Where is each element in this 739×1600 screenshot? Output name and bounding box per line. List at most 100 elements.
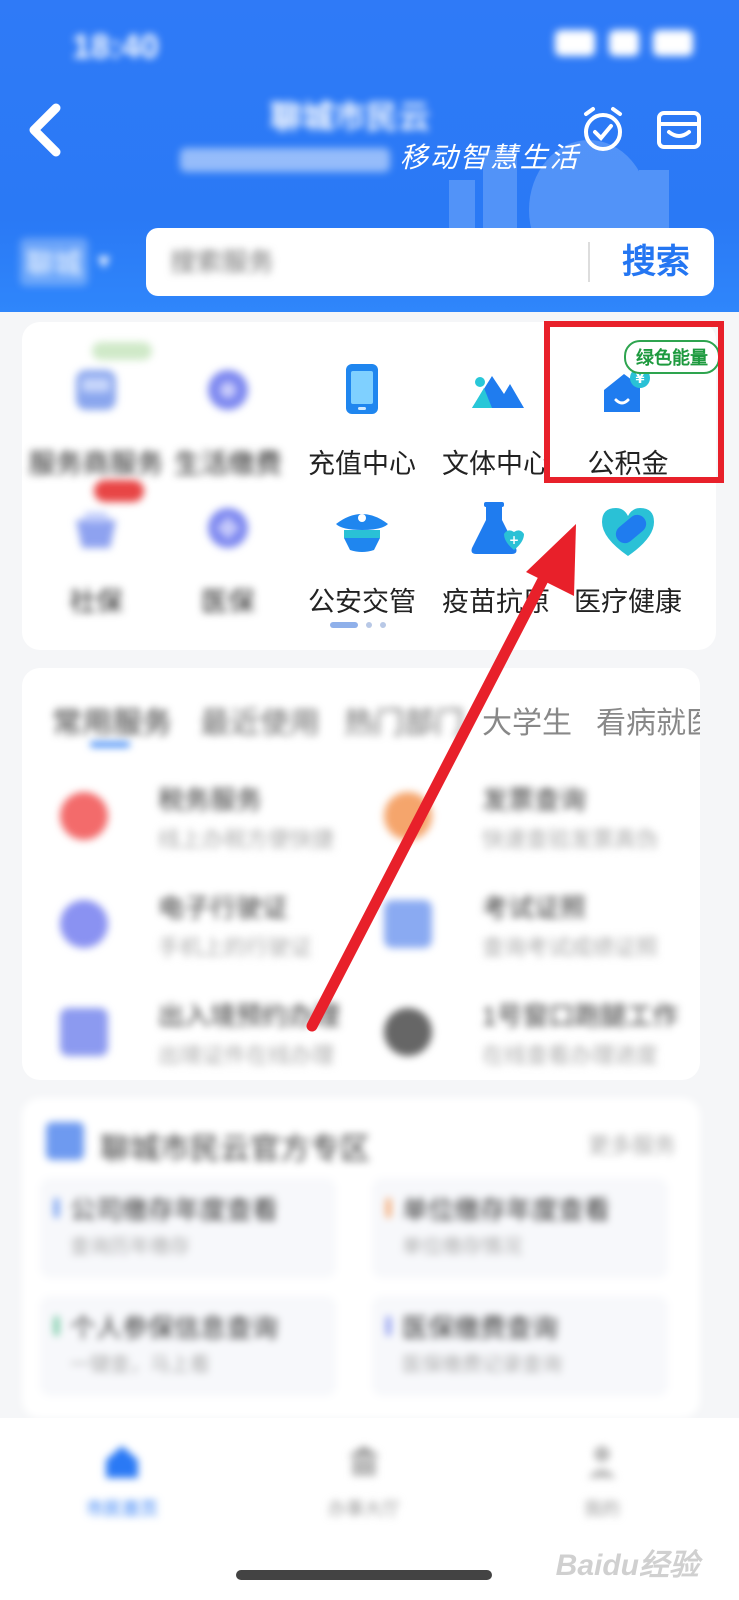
police-cap-icon: [330, 498, 394, 562]
home-indicator[interactable]: [236, 1570, 492, 1580]
page-dot: [366, 622, 372, 628]
medical-insurance-icon: [196, 498, 260, 562]
service-badge: [92, 342, 152, 360]
service-item-police-traffic[interactable]: 公安交管: [294, 498, 430, 619]
quick-service-icon: [60, 1008, 108, 1056]
quick-service-item[interactable]: 电子行驶证 手机上的行驶证: [40, 880, 350, 980]
quick-service-icon: [60, 900, 108, 948]
tab-common[interactable]: 常用服务: [52, 698, 172, 742]
service-item-recharge[interactable]: 充值中心: [294, 360, 430, 481]
quick-service-title: 1号窗口跑腿工作: [482, 1001, 679, 1031]
slogan-prefix: [180, 147, 390, 172]
zone-more-link[interactable]: 更多服务: [588, 1128, 676, 1160]
zone-item[interactable]: 个人参保信息查询 一键查，马上看: [40, 1296, 336, 1396]
wifi-icon: [609, 30, 639, 56]
service-label: 充值中心: [308, 449, 416, 479]
zone-item-subtitle: 一键查，马上看: [70, 1354, 210, 1376]
quick-service-title: 出入境预约办理: [158, 1001, 341, 1031]
zone-icon: [46, 1122, 84, 1160]
official-zone-card: 聊城市民云官方专区 更多服务 公司缴存年度查看 查询历年缴存 单位缴存年度查看 …: [22, 1098, 700, 1418]
battery-icon: [653, 30, 693, 56]
zone-title: 聊城市民云官方专区: [100, 1133, 370, 1166]
status-time: 18:40: [72, 28, 159, 66]
nav-home[interactable]: 市民首页: [42, 1440, 202, 1521]
service-label: 公安交管: [308, 587, 416, 617]
quick-service-title: 发票查询: [482, 785, 587, 815]
quick-service-title: 考试证照: [482, 893, 587, 923]
bill-icon: [196, 360, 260, 424]
quick-service-item[interactable]: 1号窗口跑腿工作 在线查看办理进度: [364, 988, 678, 1080]
service-item-2[interactable]: 生活缴费: [160, 360, 296, 481]
service-label: 疫苗抗原: [442, 587, 550, 617]
zone-item-accent: [386, 1316, 391, 1336]
back-arrow-icon[interactable]: [22, 100, 72, 160]
mountain-icon: [464, 360, 528, 424]
search-button[interactable]: 搜索: [606, 238, 706, 286]
zone-item-accent: [54, 1316, 59, 1336]
service-tabs-card: 常用服务 最近使用 热门部门 大学生 看病就医 税务服务 线上办税方便快捷 发票…: [22, 668, 700, 1080]
zone-item-title: 个人参保信息查询: [70, 1313, 279, 1343]
alarm-clock-icon[interactable]: [578, 104, 628, 154]
tab-medical[interactable]: 看病就医: [596, 698, 700, 742]
zone-item-accent: [54, 1198, 59, 1218]
search-input[interactable]: [170, 244, 570, 280]
basket-icon: [64, 480, 144, 562]
quick-service-icon: [384, 900, 432, 948]
page-dot-active: [330, 622, 358, 628]
zone-item-subtitle: 单位缴存情况: [402, 1236, 522, 1258]
quick-service-subtitle: 线上办税方便快捷: [158, 827, 335, 852]
zone-item-title: 医保缴费查询: [402, 1313, 559, 1343]
page-indicator: [330, 622, 386, 628]
quick-service-item[interactable]: 考试证照 查询考试成绩证照: [364, 880, 674, 980]
wallet-icon[interactable]: [654, 104, 704, 154]
zone-item[interactable]: 医保缴费查询 医保缴费记录查询: [372, 1296, 668, 1396]
city-selector[interactable]: 聊城 ▼: [20, 238, 114, 286]
new-badge: [94, 480, 144, 502]
service-item-6[interactable]: 社保: [28, 480, 164, 619]
hall-icon: [348, 1446, 380, 1476]
quick-service-icon: [384, 1008, 432, 1056]
zone-item[interactable]: 单位缴存年度查看 单位缴存情况: [372, 1178, 668, 1278]
active-tab-underline: [90, 742, 130, 747]
quick-service-subtitle: 查询考试成绩证照: [482, 935, 659, 960]
tab-recent[interactable]: 最近使用: [200, 698, 320, 742]
nav-service-hall[interactable]: 办事大厅: [284, 1440, 444, 1521]
slogan-text: 移动智慧生活: [399, 142, 580, 173]
app-title: 聊城市民云: [270, 99, 431, 135]
quick-service-subtitle: 手机上的行驶证: [158, 935, 313, 960]
heart-pill-icon: [596, 498, 660, 562]
quick-service-subtitle: 出境证件在线办理: [158, 1043, 335, 1068]
quick-service-title: 税务服务: [158, 785, 263, 815]
baidu-watermark: Baidu经验: [555, 1549, 699, 1582]
zone-item-title: 单位缴存年度查看: [402, 1195, 611, 1225]
search-divider: [588, 242, 590, 282]
service-item-vaccine[interactable]: + 疫苗抗原: [428, 498, 564, 619]
phone-icon: [330, 360, 394, 424]
nav-profile[interactable]: 我的: [522, 1440, 682, 1521]
highlight-box: [544, 321, 724, 483]
nav-label: 我的: [584, 1499, 620, 1519]
zone-item-title: 公司缴存年度查看: [70, 1195, 279, 1225]
chevron-down-icon: ▼: [94, 250, 114, 273]
quick-service-subtitle: 快速查验发票真伪: [482, 827, 659, 852]
bottom-navigation: 市民首页 办事大厅 我的 Baidu经验: [0, 1418, 739, 1600]
search-bar: 搜索: [146, 228, 714, 296]
service-item-7[interactable]: 医保: [160, 498, 296, 619]
quick-service-subtitle: 在线查看办理进度: [482, 1043, 659, 1068]
service-item-health[interactable]: 医疗健康: [560, 498, 696, 619]
signal-icon: [555, 30, 595, 56]
service-label: 服务商服务: [28, 449, 164, 479]
nav-label: 办事大厅: [328, 1499, 400, 1519]
quick-service-icon: [60, 792, 108, 840]
user-icon: [588, 1446, 616, 1478]
zone-item[interactable]: 公司缴存年度查看 查询历年缴存: [40, 1178, 336, 1278]
service-label: 医疗健康: [574, 587, 682, 617]
service-item-1[interactable]: 服务商服务: [28, 342, 164, 481]
svg-text:+: +: [509, 533, 519, 547]
quick-service-item[interactable]: 税务服务 线上办税方便快捷: [40, 772, 350, 872]
quick-service-item[interactable]: 出入境预约办理 出境证件在线办理: [40, 988, 350, 1080]
app-header: 18:40 聊城市民云 移动智慧生活 聊城 ▼ 搜索: [0, 0, 739, 312]
tab-college[interactable]: 大学生: [482, 698, 572, 742]
tab-departments[interactable]: 热门部门: [344, 698, 464, 742]
quick-service-item[interactable]: 发票查询 快速查验发票真伪: [364, 772, 674, 872]
